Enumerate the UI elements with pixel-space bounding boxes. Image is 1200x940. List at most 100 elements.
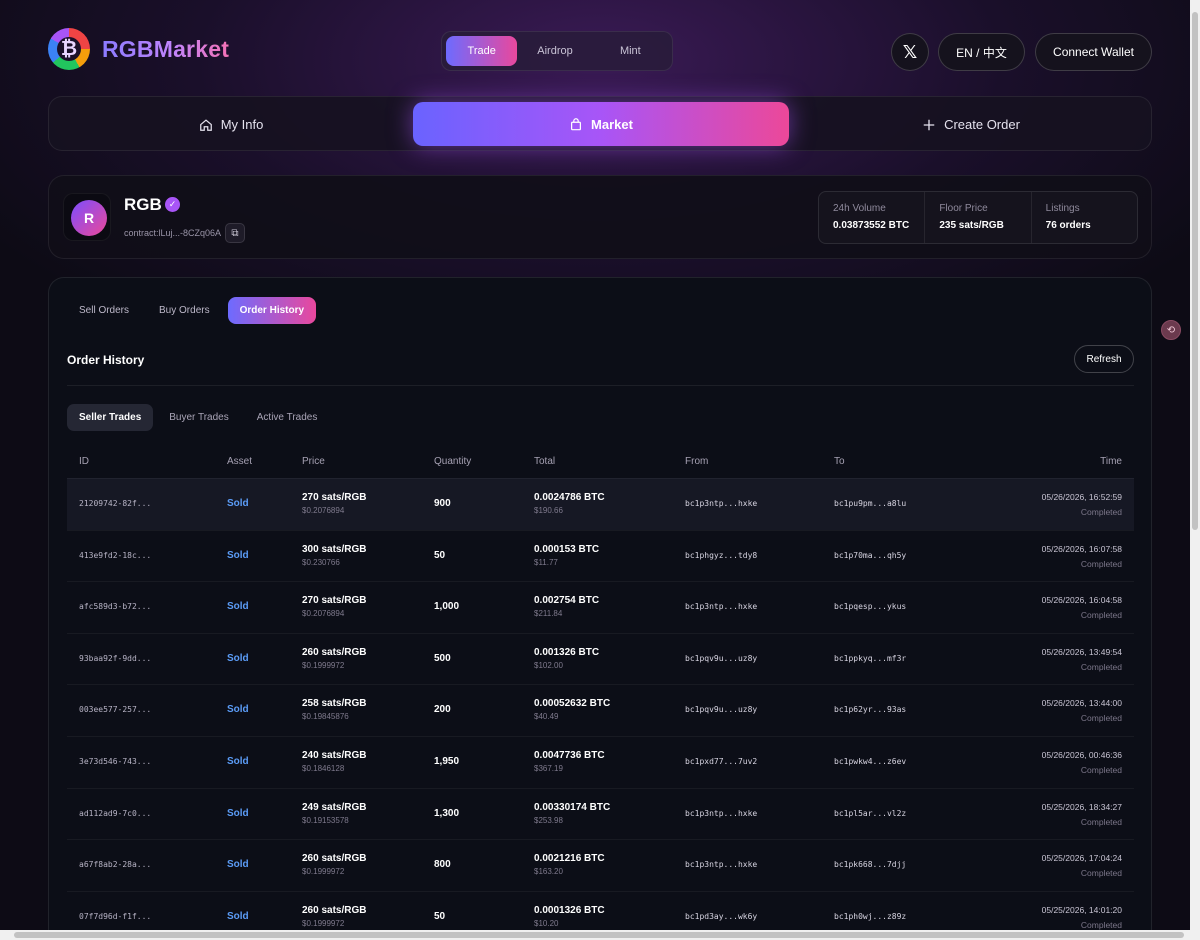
total-btc: 0.0047736 BTC [534, 749, 605, 761]
horizontal-scrollbar[interactable] [0, 930, 1200, 940]
table-row[interactable]: 07f7d96d-f1f... Sold 260 sats/RGB $0.199997… [67, 890, 1134, 930]
price-cell: 300 sats/RGB $0.230766 [302, 544, 366, 567]
order-id[interactable]: 003ee577-257... [79, 705, 151, 714]
to-address[interactable]: bc1p62yr...93as [834, 705, 906, 714]
total-usd: $40.49 [534, 712, 559, 722]
trade-status: Completed [1080, 713, 1122, 724]
total-btc: 0.0024786 BTC [534, 492, 605, 503]
from-address[interactable]: bc1pqv9u...uz8y [685, 705, 757, 714]
tab-my-info-label: My Info [220, 117, 264, 132]
to-address[interactable]: bc1p70ma...qh5y [834, 551, 906, 560]
from-address[interactable]: bc1pd3ay...wk6y [685, 912, 757, 921]
order-id[interactable]: 21209742-82f... [79, 499, 151, 508]
translate-float-button[interactable]: ⟲ [1161, 320, 1181, 340]
main-tabs: My Info Market Create Order [48, 96, 1152, 151]
quantity: 1,950 [434, 755, 460, 767]
brand-logo[interactable]: ₿ RGBMarket [48, 28, 229, 70]
total-usd: $253.98 [534, 815, 563, 825]
table-row[interactable]: 3e73d546-743... Sold 240 sats/RGB $0.184612… [67, 735, 1134, 788]
tab-my-info[interactable]: My Info [49, 97, 413, 152]
stat-listings: Listings 76 orders [1032, 192, 1137, 243]
to-address[interactable]: bc1ph0wj...z89z [834, 912, 906, 921]
scrollbar-thumb[interactable] [1192, 12, 1198, 530]
to-address[interactable]: bc1ppkyq...mf3r [834, 654, 906, 663]
tab-active-trades[interactable]: Active Trades [245, 404, 330, 431]
to-address[interactable]: bc1pwkw4...z6ev [834, 757, 906, 766]
scrollbar-thumb[interactable] [14, 932, 1184, 938]
stat-value: 235 sats/RGB [939, 220, 1004, 231]
tab-create-order[interactable]: Create Order [789, 97, 1153, 152]
total-btc: 0.00052632 BTC [534, 698, 611, 710]
token-contract: contract:lLuj...-8CZq06A [124, 228, 222, 238]
time-cell: 05/26/2026, 00:46:36 Completed [1042, 750, 1122, 775]
language-button[interactable]: EN / 中文 [938, 33, 1025, 71]
token-panel: R RGB ✓ contract:lLuj...-8CZq06A ⧉ 24h V… [48, 175, 1152, 259]
table-row[interactable]: 003ee577-257... Sold 258 sats/RGB $0.198458… [67, 684, 1134, 736]
total-usd: $211.84 [534, 609, 563, 619]
tab-sell-orders[interactable]: Sell Orders [67, 297, 141, 324]
table-row[interactable]: afc589d3-b72... Sold 270 sats/RGB $0.207689… [67, 581, 1134, 633]
trade-time: 05/25/2026, 17:04:24 [1041, 853, 1122, 864]
price-usd: $0.19845876 [302, 712, 349, 722]
table-row[interactable]: 93baa92f-9dd... Sold 260 sats/RGB $0.199997… [67, 632, 1134, 685]
stat-value: 0.03873552 BTC [833, 220, 910, 231]
time-cell: 05/26/2026, 16:52:59 Completed [1042, 492, 1122, 517]
to-address[interactable]: bc1pk668...7djj [834, 860, 906, 869]
from-address[interactable]: bc1p3ntp...hxke [685, 602, 757, 611]
refresh-button[interactable]: Refresh [1074, 345, 1134, 373]
mode-mint-button[interactable]: Mint [593, 36, 668, 66]
tab-market[interactable]: Market [413, 102, 789, 146]
order-id[interactable]: 3e73d546-743... [79, 757, 151, 766]
from-address[interactable]: bc1p3ntp...hxke [685, 809, 757, 818]
order-id[interactable]: a67f8ab2-28a... [79, 860, 151, 869]
trade-time: 05/26/2026, 13:49:54 [1041, 646, 1122, 657]
connect-wallet-button[interactable]: Connect Wallet [1035, 33, 1152, 71]
table-row[interactable]: a67f8ab2-28a... Sold 260 sats/RGB $0.199997… [67, 839, 1134, 891]
mode-airdrop-button[interactable]: Airdrop [517, 36, 592, 66]
from-address[interactable]: bc1p3ntp...hxke [685, 499, 757, 508]
price-sats: 240 sats/RGB [302, 749, 367, 761]
price-sats: 249 sats/RGB [302, 801, 367, 813]
from-address[interactable]: bc1pqv9u...uz8y [685, 654, 757, 663]
trade-time: 05/26/2026, 16:52:59 [1041, 492, 1122, 502]
order-id[interactable]: afc589d3-b72... [79, 602, 151, 611]
total-cell: 0.001326 BTC $102.00 [534, 647, 599, 670]
order-tabs: Sell Orders Buy Orders Order History [67, 297, 317, 324]
to-address[interactable]: bc1pqesp...ykus [834, 602, 906, 611]
time-cell: 05/26/2026, 16:04:58 Completed [1042, 595, 1122, 620]
tab-buyer-trades[interactable]: Buyer Trades [157, 404, 240, 431]
x-twitter-button[interactable]: 𝕏 [891, 33, 929, 71]
table-body: 21209742-82f... Sold 270 sats/RGB $0.207689… [67, 478, 1134, 930]
order-id[interactable]: 07f7d96d-f1f... [79, 912, 151, 921]
time-cell: 05/26/2026, 13:44:00 Completed [1042, 698, 1122, 723]
translate-icon: ⟲ [1166, 324, 1176, 336]
stat-value: 76 orders [1045, 220, 1091, 231]
to-address[interactable]: bc1pu9pm...a8lu [834, 499, 906, 508]
asset-status: Sold [227, 498, 249, 509]
vertical-scrollbar[interactable] [1190, 0, 1200, 930]
to-address[interactable]: bc1pl5ar...vl2z [834, 809, 906, 818]
order-id[interactable]: 413e9fd2-18c... [79, 551, 151, 560]
table-row[interactable]: 21209742-82f... Sold 270 sats/RGB $0.207689… [67, 478, 1134, 530]
tab-order-history[interactable]: Order History [227, 297, 317, 324]
trade-status: Completed [1080, 868, 1122, 879]
trade-time: 05/26/2026, 13:44:00 [1041, 698, 1122, 709]
order-id[interactable]: ad112ad9-7c0... [79, 809, 151, 818]
quantity: 50 [434, 549, 446, 561]
total-cell: 0.00330174 BTC $253.98 [534, 802, 610, 825]
order-id[interactable]: 93baa92f-9dd... [79, 654, 151, 663]
brand-name: RGBMarket [102, 35, 230, 62]
mode-trade-button[interactable]: Trade [446, 36, 518, 66]
tab-buy-orders[interactable]: Buy Orders [147, 297, 222, 324]
table-row[interactable]: ad112ad9-7c0... Sold 249 sats/RGB $0.191535… [67, 787, 1134, 840]
from-address[interactable]: bc1p3ntp...hxke [685, 860, 757, 869]
tab-seller-trades[interactable]: Seller Trades [67, 404, 154, 431]
total-usd: $11.77 [534, 557, 558, 567]
table-row[interactable]: 413e9fd2-18c... Sold 300 sats/RGB $0.230766… [67, 529, 1134, 582]
total-btc: 0.0001326 BTC [534, 904, 605, 916]
copy-contract-button[interactable]: ⧉ [225, 223, 245, 243]
from-address[interactable]: bc1pxd77...7uv2 [685, 757, 757, 766]
total-btc: 0.0021216 BTC [534, 853, 605, 865]
total-usd: $102.00 [534, 660, 563, 670]
from-address[interactable]: bc1phgyz...tdy8 [685, 551, 757, 560]
